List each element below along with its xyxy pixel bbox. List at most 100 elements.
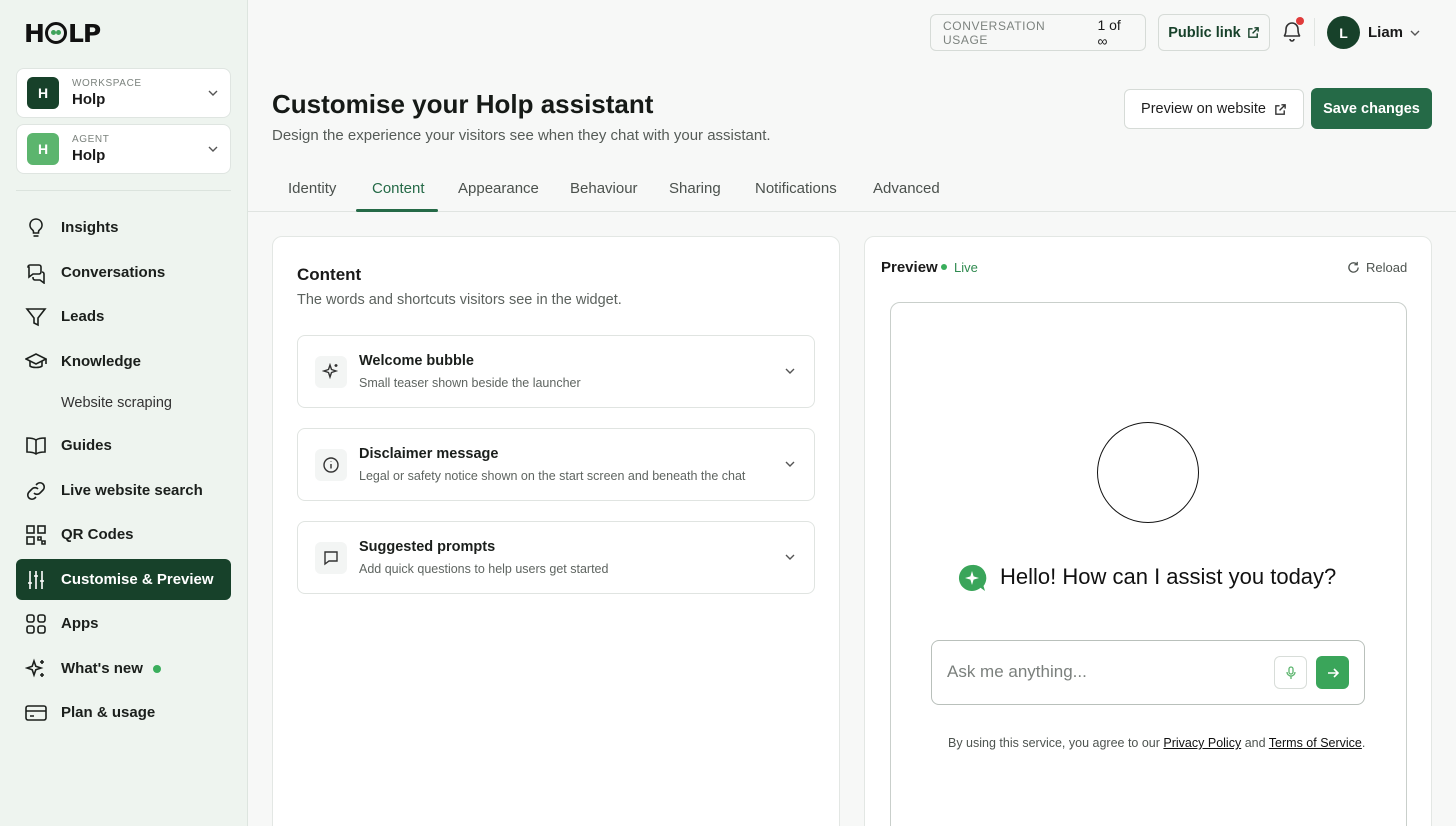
tab-advanced[interactable]: Advanced <box>873 180 940 197</box>
sidebar-item-apps[interactable]: Apps <box>16 603 231 644</box>
apps-grid-icon <box>25 613 47 635</box>
user-name[interactable]: Liam <box>1368 24 1403 41</box>
live-status-label: Live <box>954 260 978 275</box>
accordion-title: Welcome bubble <box>359 353 474 369</box>
usage-label: CONVERSATION USAGE <box>943 18 1046 47</box>
external-link-icon <box>1275 103 1286 115</box>
qr-code-icon <box>25 524 47 546</box>
sidebar-item-label: QR Codes <box>61 526 134 543</box>
active-tab-indicator <box>356 209 438 212</box>
reload-label: Reload <box>1366 260 1408 275</box>
holp-logo[interactable]: H L P <box>24 18 101 48</box>
notification-dot <box>1296 17 1304 25</box>
chevron-down-icon <box>785 554 795 560</box>
sidebar-item-conversations[interactable]: Conversations <box>16 252 231 293</box>
sidebar-item-label: What's new <box>61 660 143 677</box>
sidebar-item-knowledge[interactable]: Knowledge <box>16 341 231 382</box>
logo-letter-h: H <box>24 18 45 48</box>
sidebar-item-label: Live website search <box>61 482 203 499</box>
tab-notifications[interactable]: Notifications <box>755 180 837 197</box>
chevron-down-icon[interactable] <box>1409 27 1421 39</box>
lightbulb-icon <box>25 217 47 239</box>
graduation-cap-icon <box>25 351 47 373</box>
new-indicator-dot <box>152 664 161 673</box>
topbar-separator <box>1314 18 1315 46</box>
tab-bar: Identity Content Appearance Behaviour Sh… <box>248 170 1456 212</box>
send-button[interactable] <box>1316 656 1349 689</box>
microphone-button[interactable] <box>1274 656 1307 689</box>
terms-of-service-link[interactable]: Terms of Service <box>1269 736 1362 750</box>
sidebar-item-leads[interactable]: Leads <box>16 296 231 337</box>
tab-appearance[interactable]: Appearance <box>458 180 539 197</box>
agent-switcher[interactable]: H AGENT Holp <box>16 124 231 174</box>
reload-button[interactable]: Reload <box>1347 260 1407 275</box>
legal-prefix: By using this service, you agree to our <box>948 736 1160 750</box>
accordion-description: Small teaser shown beside the launcher <box>359 376 581 390</box>
preview-on-website-button[interactable]: Preview on website <box>1124 89 1304 129</box>
chevron-down-icon <box>785 461 795 467</box>
link-icon <box>25 480 47 502</box>
workspace-name: Holp <box>72 91 106 108</box>
tab-content[interactable]: Content <box>372 180 425 197</box>
sidebar-item-label: Apps <box>61 615 99 632</box>
credit-card-icon <box>25 702 47 724</box>
page-subtitle: Design the experience your visitors see … <box>272 127 771 144</box>
logo-letter-p: P <box>82 18 101 48</box>
agent-badge: H <box>27 133 59 165</box>
accordion-welcome-bubble[interactable]: Welcome bubble Small teaser shown beside… <box>297 335 815 408</box>
sidebar-divider <box>16 190 231 191</box>
chevron-down-icon <box>208 146 218 152</box>
sidebar-item-live-search[interactable]: Live website search <box>16 470 231 511</box>
widget-legal-notice: By using this service, you agree to our … <box>948 736 1365 750</box>
sidebar-item-label: Guides <box>61 437 112 454</box>
widget-input-placeholder: Ask me anything... <box>947 662 1087 681</box>
agent-label: AGENT <box>72 134 110 145</box>
sidebar-item-qr-codes[interactable]: QR Codes <box>16 514 231 555</box>
accordion-suggested-prompts[interactable]: Suggested prompts Add quick questions to… <box>297 521 815 594</box>
sidebar-item-whats-new[interactable]: What's new <box>16 648 231 689</box>
sidebar-item-guides[interactable]: Guides <box>16 425 231 466</box>
content-card-subtitle: The words and shortcuts visitors see in … <box>297 292 622 308</box>
save-changes-button[interactable]: Save changes <box>1311 88 1432 129</box>
chat-icon <box>25 262 47 284</box>
external-link-icon <box>1247 27 1259 38</box>
sidebar-item-label: Leads <box>61 308 105 325</box>
page-title: Customise your Holp assistant <box>272 89 654 119</box>
chevron-down-icon <box>208 90 218 96</box>
chevron-down-icon <box>785 368 795 374</box>
sparkle-icon <box>315 356 347 388</box>
sidebar-item-insights[interactable]: Insights <box>16 207 231 248</box>
legal-and: and <box>1244 736 1266 750</box>
conversation-usage-badge: CONVERSATION USAGE 1 of ∞ <box>930 14 1146 51</box>
preview-title: Preview <box>881 259 938 276</box>
sliders-icon <box>25 569 47 591</box>
assistant-avatar-circle <box>1097 422 1199 523</box>
avatar[interactable]: L <box>1327 16 1360 49</box>
agent-name: Holp <box>72 147 106 164</box>
content-card-title: Content <box>297 265 362 284</box>
tab-identity[interactable]: Identity <box>288 180 336 197</box>
sidebar-item-label: Customise & Preview <box>61 571 214 588</box>
sidebar-item-plan-usage[interactable]: Plan & usage <box>16 692 231 733</box>
workspace-badge: H <box>27 77 59 109</box>
arrow-right-icon <box>1327 667 1339 678</box>
funnel-icon <box>25 306 47 328</box>
accordion-title: Suggested prompts <box>359 539 496 555</box>
workspace-switcher[interactable]: H WORKSPACE Holp <box>16 68 231 118</box>
microphone-icon <box>1285 665 1296 679</box>
public-link-button[interactable]: Public link <box>1158 14 1270 51</box>
public-link-label: Public link <box>1168 24 1241 41</box>
privacy-policy-link[interactable]: Privacy Policy <box>1163 736 1241 750</box>
accordion-description: Add quick questions to help users get st… <box>359 562 609 576</box>
widget-greeting: Hello! How can I assist you today? <box>1000 564 1337 589</box>
sidebar-item-customise[interactable]: Customise & Preview <box>16 559 231 600</box>
accordion-title: Disclaimer message <box>359 446 499 462</box>
accordion-disclaimer-message[interactable]: Disclaimer message Legal or safety notic… <box>297 428 815 501</box>
live-status-dot <box>941 264 947 270</box>
legal-suffix: . <box>1361 736 1366 750</box>
sidebar-subitem-website-scraping[interactable]: Website scraping <box>61 395 172 411</box>
sidebar-item-label: Insights <box>61 219 119 236</box>
refresh-icon <box>1348 261 1359 273</box>
tab-behaviour[interactable]: Behaviour <box>570 180 638 197</box>
tab-sharing[interactable]: Sharing <box>669 180 721 197</box>
